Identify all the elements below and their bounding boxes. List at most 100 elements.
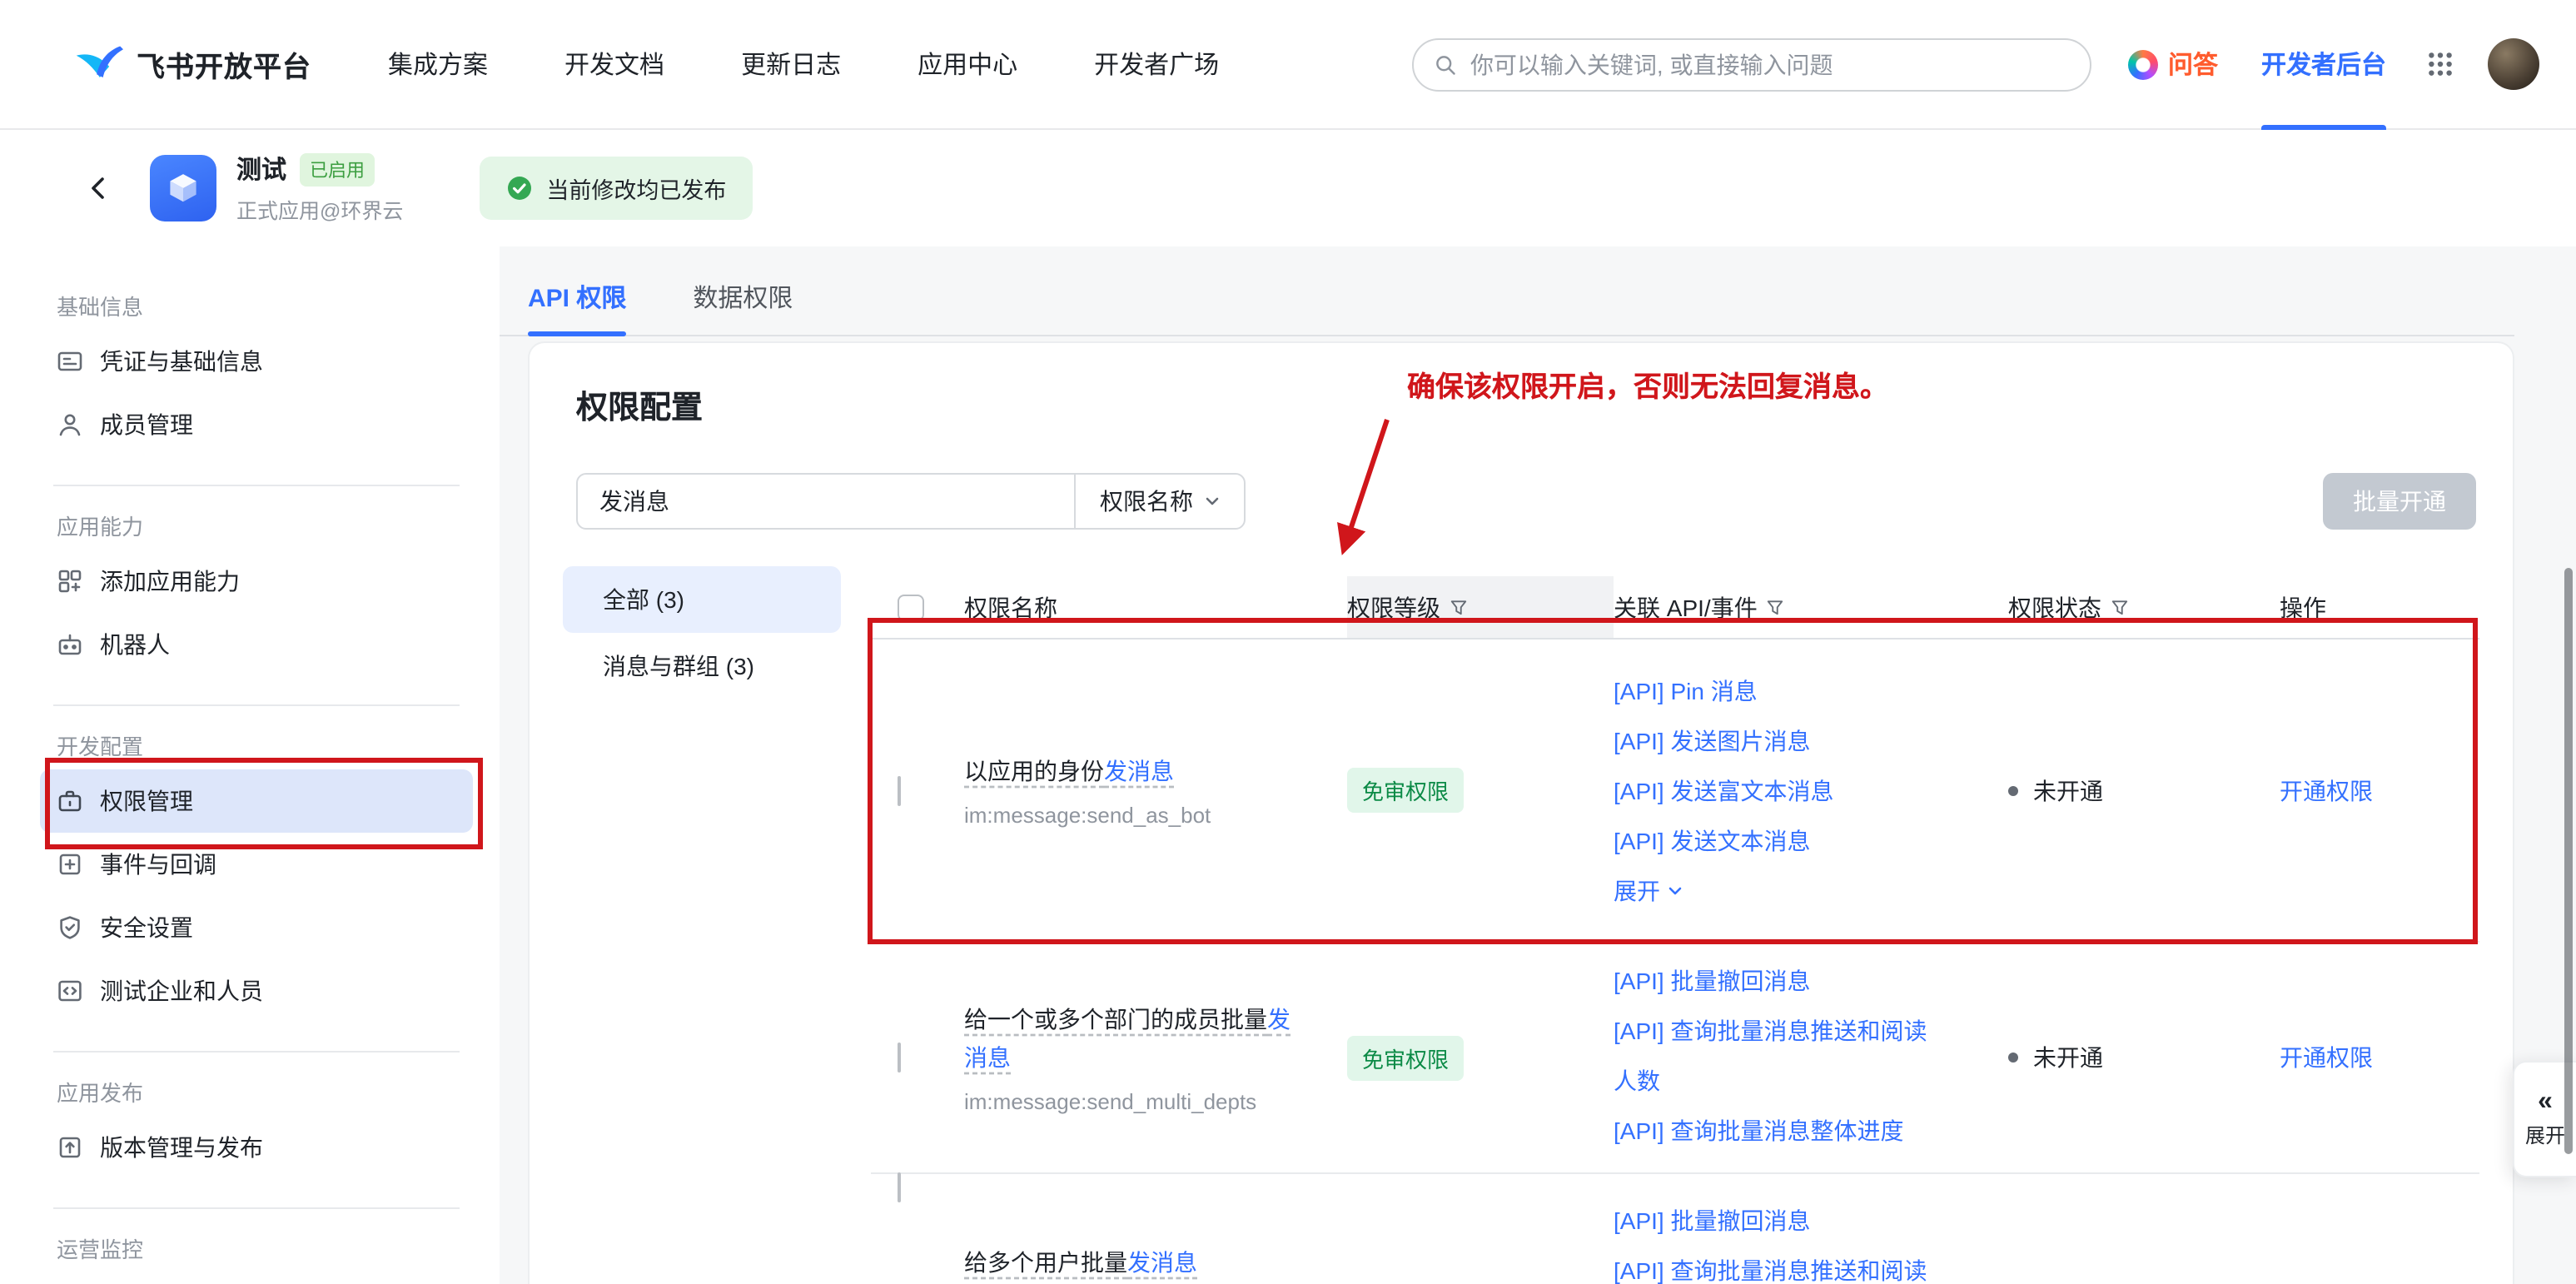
nav-item-app-center[interactable]: 应用中心 xyxy=(918,47,1017,82)
search-field-selector[interactable]: 权限名称 xyxy=(1074,475,1244,528)
sidebar-item-label: 添加应用能力 xyxy=(100,565,240,598)
sidebar-item-events[interactable]: 事件与回调 xyxy=(40,833,473,896)
chevron-down-icon xyxy=(1203,493,1220,510)
shield-icon xyxy=(57,914,83,941)
dev-console-label: 开发者后台 xyxy=(2261,47,2386,82)
robot-icon xyxy=(57,631,83,658)
permission-name[interactable]: 给一个或多个部门的成员批量发消息 xyxy=(964,1001,1297,1077)
api-link[interactable]: [API] 查询批量消息整体进度 xyxy=(1614,1106,1942,1156)
credential-icon xyxy=(57,348,83,375)
sidebar-item-add-capability[interactable]: 添加应用能力 xyxy=(40,550,473,613)
permission-code: im:message:send_as_bot xyxy=(964,803,1297,828)
category-label: 消息与群组 (3) xyxy=(603,649,754,683)
sidebar-item-members[interactable]: 成员管理 xyxy=(40,393,473,456)
page-title: 权限配置 xyxy=(576,383,703,428)
nav-item-integration[interactable]: 集成方案 xyxy=(388,47,488,82)
permission-table: 权限名称 权限等级 关联 API/事件 权限状态 操作 xyxy=(871,576,2479,1284)
table-header: 权限名称 权限等级 关联 API/事件 权限状态 操作 xyxy=(871,576,2479,640)
sidebar-item-test-org[interactable]: 测试企业和人员 xyxy=(40,959,473,1023)
nav-item-dev-plaza[interactable]: 开发者广场 xyxy=(1094,47,1219,82)
api-link[interactable]: [API] 发送文本消息 xyxy=(1614,816,1942,866)
sidebar-item-version[interactable]: 版本管理与发布 xyxy=(40,1116,473,1179)
select-all-checkbox[interactable] xyxy=(898,594,924,620)
global-search[interactable] xyxy=(1412,37,2091,91)
filter-funnel-icon[interactable] xyxy=(1766,597,1786,617)
row-checkbox[interactable] xyxy=(898,1043,901,1072)
expand-label: 展开 xyxy=(1614,866,1660,916)
main-content: API 权限 数据权限 权限配置 权限名称 批量开通 全部 (3) 消息与群组 … xyxy=(500,246,2576,1284)
sidebar-item-permissions[interactable]: 权限管理 xyxy=(40,769,473,833)
expand-api-list-link[interactable]: 展开 xyxy=(1614,866,1942,916)
filter-funnel-icon[interactable] xyxy=(1449,597,1469,617)
tab-label: 数据权限 xyxy=(693,279,793,314)
feishu-logo-icon xyxy=(73,39,123,89)
search-input[interactable] xyxy=(1470,51,2070,77)
divider xyxy=(53,1051,460,1053)
sidebar-item-bot[interactable]: 机器人 xyxy=(40,613,473,676)
api-link[interactable]: [API] 发送富文本消息 xyxy=(1614,766,1942,816)
permission-name-highlight: 发消息 xyxy=(1127,1249,1197,1276)
table-row: 给多个用户批量发消息 [API] 批量撤回消息 [API] 查询批量消息推送和阅… xyxy=(871,1174,2479,1284)
sidebar-section-dev-config: 开发配置 xyxy=(57,733,460,763)
tab-data-permission[interactable]: 数据权限 xyxy=(693,258,793,335)
apps-grid-icon[interactable] xyxy=(2426,50,2454,78)
category-all[interactable]: 全部 (3) xyxy=(563,566,841,633)
api-link[interactable]: [API] Pin 消息 xyxy=(1614,666,1942,716)
app-header: 测试 已启用 正式应用@环界云 当前修改均已发布 xyxy=(0,130,2576,246)
col-header-status: 权限状态 xyxy=(2008,590,2101,624)
user-avatar[interactable] xyxy=(2488,38,2539,90)
nav-item-docs[interactable]: 开发文档 xyxy=(564,47,664,82)
divider xyxy=(53,704,460,706)
table-row: 以应用的身份发消息 im:message:send_as_bot 免审权限 [A… xyxy=(871,640,2479,943)
code-brackets-icon xyxy=(57,978,83,1004)
permission-search-group: 权限名称 xyxy=(576,473,1246,530)
nav-item-changelog[interactable]: 更新日志 xyxy=(741,47,841,82)
permission-name[interactable]: 以应用的身份发消息 xyxy=(964,753,1297,791)
back-icon[interactable] xyxy=(77,167,120,210)
permission-name-text: 给多个用户批量 xyxy=(964,1249,1127,1276)
sidebar-section-monitor: 运营监控 xyxy=(57,1236,460,1266)
members-icon xyxy=(57,411,83,438)
permission-level-badge: 免审权限 xyxy=(1347,1035,1464,1080)
col-header-level: 权限等级 xyxy=(1347,590,1440,624)
check-circle-icon xyxy=(506,175,533,202)
brand-logo[interactable]: 飞书开放平台 xyxy=(73,39,311,89)
permission-name-text: 以应用的身份 xyxy=(964,758,1104,784)
api-link[interactable]: [API] 批量撤回消息 xyxy=(1614,956,1942,1006)
filter-funnel-icon[interactable] xyxy=(2110,597,2130,617)
sidebar-item-security[interactable]: 安全设置 xyxy=(40,896,473,959)
category-label: 全部 (3) xyxy=(603,583,684,616)
qa-link[interactable]: 问答 xyxy=(2128,47,2218,82)
col-header-api: 关联 API/事件 xyxy=(1614,590,1758,624)
permission-search-input[interactable] xyxy=(578,475,1074,528)
tab-api-permission[interactable]: API 权限 xyxy=(528,258,626,335)
sidebar-item-label: 机器人 xyxy=(100,628,170,661)
app-meta: 测试 已启用 正式应用@环界云 xyxy=(236,152,403,225)
permission-status: 未开通 xyxy=(2008,774,2280,807)
status-badge: 已启用 xyxy=(300,152,375,186)
enable-permission-link[interactable]: 开通权限 xyxy=(2280,1044,2373,1071)
app-cube-icon xyxy=(150,155,216,221)
vertical-scrollbar[interactable] xyxy=(2564,568,2573,1154)
table-row: 给一个或多个部门的成员批量发消息 im:message:send_multi_d… xyxy=(871,943,2479,1174)
permission-name[interactable]: 给多个用户批量发消息 xyxy=(964,1244,1297,1282)
row-checkbox[interactable] xyxy=(898,775,901,805)
col-header-name: 权限名称 xyxy=(964,590,1057,624)
sidebar-item-label: 安全设置 xyxy=(100,911,193,944)
api-link[interactable]: [API] 查询批量消息推送和阅读 xyxy=(1614,1246,1942,1284)
batch-enable-button[interactable]: 批量开通 xyxy=(2323,473,2476,530)
api-link[interactable]: [API] 发送图片消息 xyxy=(1614,716,1942,766)
add-capability-icon xyxy=(57,568,83,595)
app-name: 测试 xyxy=(236,152,286,187)
event-callback-icon xyxy=(57,851,83,878)
category-message-group[interactable]: 消息与群组 (3) xyxy=(563,633,841,699)
enable-permission-link[interactable]: 开通权限 xyxy=(2280,777,2373,804)
sidebar-item-credentials[interactable]: 凭证与基础信息 xyxy=(40,330,473,393)
page: 飞书开放平台 集成方案 开发文档 更新日志 应用中心 开发者广场 问答 开发者后… xyxy=(0,0,2576,1284)
api-link[interactable]: [API] 批量撤回消息 xyxy=(1614,1196,1942,1246)
nav-item-dev-console[interactable]: 开发者后台 xyxy=(2261,0,2386,129)
sidebar-section-release: 应用发布 xyxy=(57,1079,460,1109)
row-checkbox[interactable] xyxy=(898,1172,901,1202)
api-link[interactable]: [API] 查询批量消息推送和阅读人数 xyxy=(1614,1006,1942,1106)
permission-level-badge: 免审权限 xyxy=(1347,768,1464,813)
